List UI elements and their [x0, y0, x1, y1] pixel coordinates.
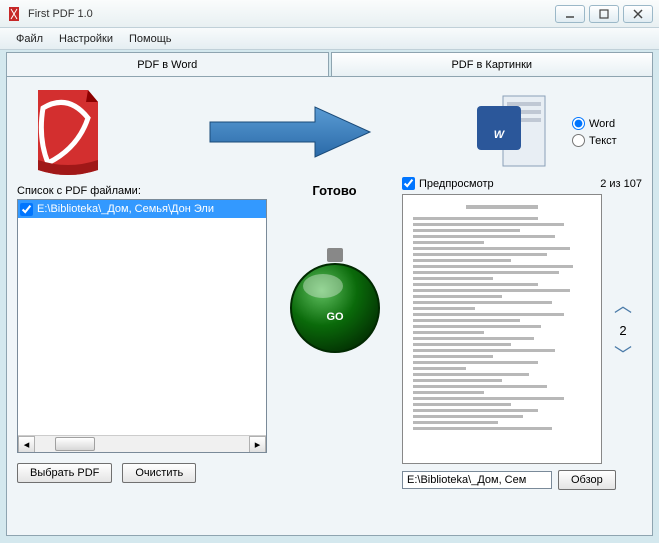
radio-text-input[interactable]	[572, 134, 585, 147]
radio-word[interactable]: Word	[572, 117, 642, 130]
app-icon	[6, 6, 22, 22]
menu-help[interactable]: Помощь	[121, 31, 180, 47]
horizontal-scrollbar[interactable]: ◂ ▸	[18, 435, 266, 452]
word-icon: W	[473, 88, 551, 176]
clear-button[interactable]: Очистить	[122, 463, 196, 483]
minimize-button[interactable]	[555, 5, 585, 23]
tab-pdf-to-word[interactable]: PDF в Word	[6, 52, 329, 76]
output-format-group: Word Текст	[562, 113, 642, 151]
scroll-right-arrow[interactable]: ▸	[249, 436, 266, 453]
preview-checkbox-label[interactable]: Предпросмотр	[402, 177, 494, 190]
preview-pane	[402, 194, 602, 464]
radio-text-label: Текст	[589, 135, 617, 147]
menu-file[interactable]: Файл	[8, 31, 51, 47]
next-page-arrow[interactable]: ﹀	[614, 346, 632, 364]
content-panel: W Word Текст Список с PDF файлами: E:\Bi…	[6, 76, 653, 536]
file-list[interactable]: E:\Biblioteka\_Дом, Семья\Дон Эли ◂ ▸	[17, 199, 267, 453]
page-counter: 2 из 107	[600, 178, 642, 190]
output-path-field[interactable]: E:\Biblioteka\_Дом, Сем	[402, 471, 552, 489]
preview-page-nav: ︿ 2 ﹀	[614, 297, 632, 364]
scroll-track[interactable]	[35, 436, 249, 452]
scroll-left-arrow[interactable]: ◂	[18, 436, 35, 453]
radio-word-input[interactable]	[572, 117, 585, 130]
close-button[interactable]	[623, 5, 653, 23]
status-text: Готово	[312, 183, 356, 198]
menu-bar: Файл Настройки Помощь	[0, 28, 659, 50]
svg-text:W: W	[494, 129, 506, 141]
arrow-icon	[205, 102, 375, 162]
title-bar: First PDF 1.0	[0, 0, 659, 28]
pdf-icon	[28, 88, 106, 176]
preview-label-text: Предпросмотр	[419, 178, 494, 190]
prev-page-arrow[interactable]: ︿	[614, 297, 632, 315]
radio-word-label: Word	[589, 118, 615, 130]
file-list-label: Список с PDF файлами:	[17, 185, 267, 197]
file-item-path: E:\Biblioteka\_Дом, Семья\Дон Эли	[37, 203, 214, 215]
maximize-button[interactable]	[589, 5, 619, 23]
go-button[interactable]: GO	[285, 248, 385, 358]
radio-text[interactable]: Текст	[572, 134, 642, 147]
tab-pdf-to-images[interactable]: PDF в Картинки	[331, 52, 654, 76]
svg-text:GO: GO	[326, 311, 344, 323]
scroll-thumb[interactable]	[55, 437, 95, 451]
file-list-item[interactable]: E:\Biblioteka\_Дом, Семья\Дон Эли	[18, 200, 266, 218]
file-item-checkbox[interactable]	[20, 203, 33, 216]
preview-checkbox[interactable]	[402, 177, 415, 190]
menu-settings[interactable]: Настройки	[51, 31, 121, 47]
conversion-graphic-row: W Word Текст	[17, 87, 642, 177]
browse-button[interactable]: Обзор	[558, 470, 616, 490]
tab-strip: PDF в Word PDF в Картинки	[6, 52, 653, 76]
current-page-number: 2	[619, 323, 626, 338]
select-pdf-button[interactable]: Выбрать PDF	[17, 463, 112, 483]
window-title: First PDF 1.0	[28, 8, 551, 20]
